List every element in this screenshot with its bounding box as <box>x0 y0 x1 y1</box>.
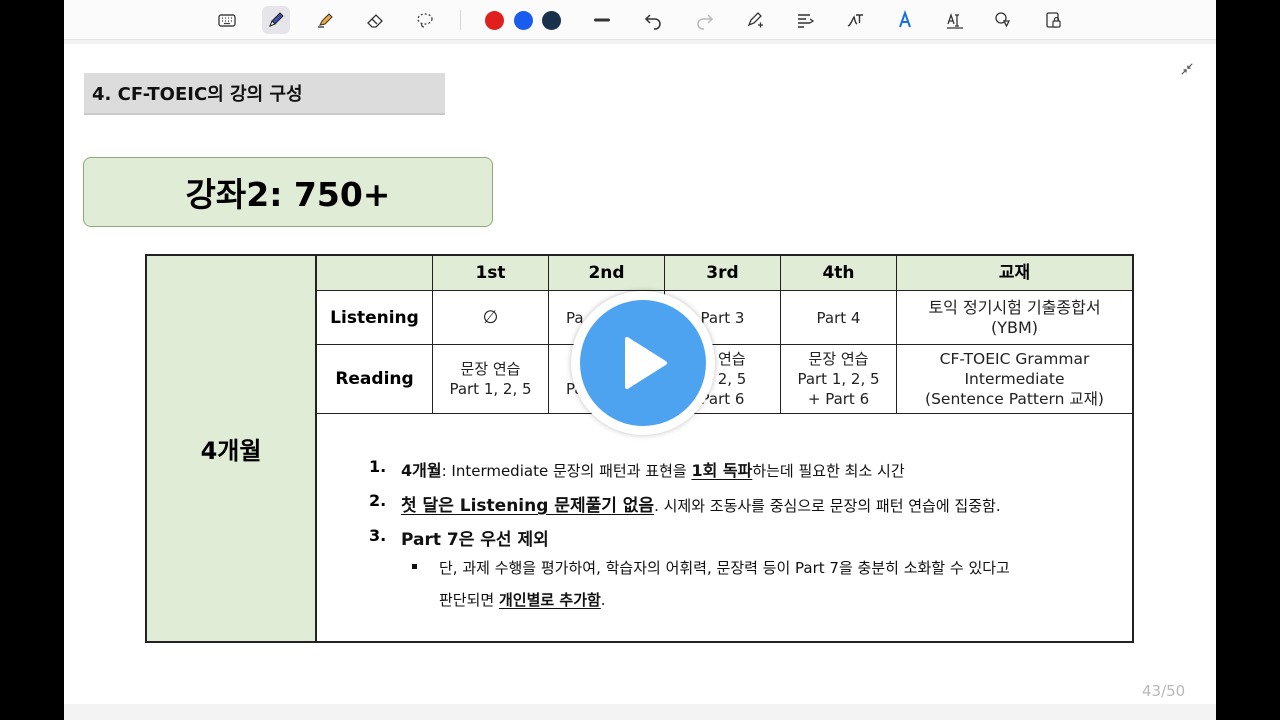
toolbar-separator <box>460 10 461 30</box>
note-1: 4개월: Intermediate 문장의 패턴과 표현을 1회 독파하는데 필… <box>401 457 905 481</box>
eraser-icon[interactable] <box>361 6 389 34</box>
note-2-underline: 첫 달은 Listening 문제풀기 없음 <box>401 496 655 516</box>
note-3-number: 3. <box>369 526 387 545</box>
note-3: Part 7은 우선 제외 <box>401 525 549 550</box>
screen: 4. CF-TOEIC의 강의 구성 강좌2: 750+ 4개월 1st 2nd… <box>0 0 1280 720</box>
listening-4th: Part 4 <box>781 291 897 345</box>
play-button[interactable] <box>571 291 715 435</box>
note-1-bold: 4개월 <box>401 461 442 480</box>
header-empty <box>317 256 433 291</box>
note-1-text-a: : Intermediate 문장의 패턴과 표현을 <box>441 462 692 480</box>
header-2nd: 2nd <box>549 256 665 291</box>
stroke-width-icon[interactable] <box>588 6 616 34</box>
text-format-icon[interactable] <box>941 6 969 34</box>
note-app: 4. CF-TOEIC의 강의 구성 강좌2: 750+ 4개월 1st 2nd… <box>64 0 1216 720</box>
notes-cell: 1. 4개월: Intermediate 문장의 패턴과 표현을 1회 독파하는… <box>317 414 1132 641</box>
note-1-text-b: 하는데 필요한 최소 시간 <box>752 462 905 480</box>
note-2: 첫 달은 Listening 문제풀기 없음. 시제와 조동사를 중심으로 문장… <box>401 491 1001 516</box>
collapse-icon[interactable] <box>1176 58 1198 80</box>
reading-textbook: CF-TOEIC Grammar Intermediate (Sentence … <box>897 345 1132 414</box>
reading-1st: 문장 연습 Part 1, 2, 5 <box>433 345 549 414</box>
drawing-toolbar <box>64 0 1216 40</box>
duration-label: 4개월 <box>147 256 317 641</box>
header-1st: 1st <box>433 256 549 291</box>
keyboard-icon[interactable] <box>213 6 241 34</box>
listening-1st: ∅ <box>433 291 549 345</box>
note-2-number: 2. <box>369 491 387 510</box>
note-1-number: 1. <box>369 457 387 476</box>
highlighter-icon[interactable] <box>311 6 339 34</box>
reading-4th: 문장 연습 Part 1, 2, 5 + Part 6 <box>781 345 897 414</box>
color-red-swatch[interactable] <box>485 11 504 30</box>
section-title: 4. CF-TOEIC의 강의 구성 <box>84 73 445 115</box>
header-4th: 4th <box>781 256 897 291</box>
row-listening-label: Listening <box>317 291 433 345</box>
course-title: 강좌2: 750+ <box>83 157 493 227</box>
bullet-underline: 개인별로 추가함 <box>498 591 601 609</box>
color-blue-swatch[interactable] <box>514 11 533 30</box>
redo-icon[interactable] <box>691 6 719 34</box>
shapes-icon[interactable] <box>989 6 1017 34</box>
lock-page-icon[interactable] <box>1039 6 1067 34</box>
pen-settings-icon[interactable] <box>741 6 769 34</box>
bullet-end: . <box>600 591 606 609</box>
note-3-bullet-line1: 단, 과제 수행을 평가하여, 학습자의 어휘력, 문장력 등이 Part 7을… <box>439 559 1010 577</box>
undo-icon[interactable] <box>639 6 667 34</box>
header-3rd: 3rd <box>665 256 781 291</box>
play-icon <box>580 300 706 426</box>
line-spacing-icon[interactable] <box>791 6 819 34</box>
page-indicator: 43/50 <box>1142 682 1186 700</box>
lasso-icon[interactable] <box>411 6 439 34</box>
color-navy-swatch[interactable] <box>542 11 561 30</box>
row-reading-label: Reading <box>317 345 433 414</box>
ink-effect-icon[interactable] <box>891 6 919 34</box>
note-3-bullet-line2: 판단되면 개인별로 추가함. <box>439 589 606 610</box>
ink-to-text-icon[interactable] <box>841 6 869 34</box>
note-1-underline: 1회 독파 <box>691 461 753 480</box>
pen-icon[interactable] <box>262 6 290 34</box>
bullet-icon <box>412 564 417 569</box>
header-textbook: 교재 <box>897 256 1132 291</box>
note-3-bold: Part 7은 우선 제외 <box>401 530 549 550</box>
note-2-text: . 시제와 조동사를 중심으로 문장의 패턴 연습에 집중함. <box>654 497 1001 515</box>
listening-textbook: 토익 정기시험 기출종합서 (YBM) <box>897 291 1132 345</box>
bullet-text: 판단되면 <box>439 591 499 609</box>
